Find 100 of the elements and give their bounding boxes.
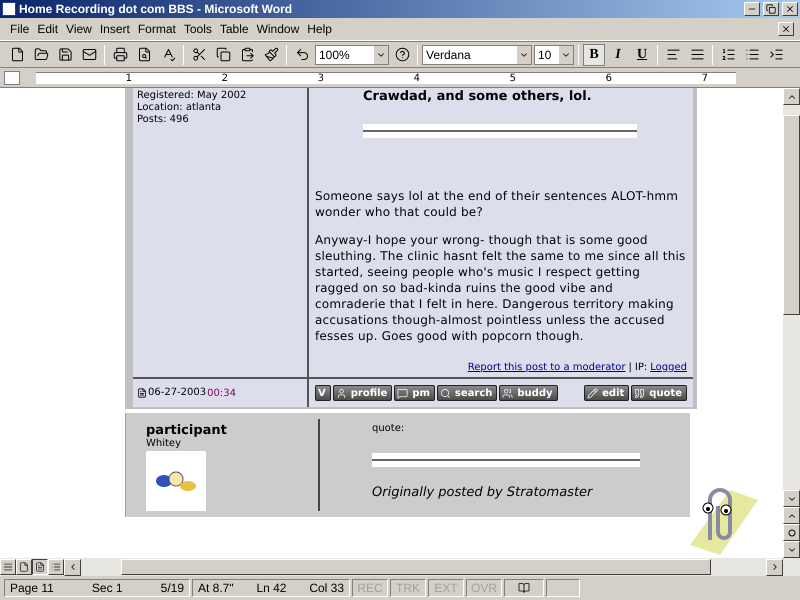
quote-button[interactable]: quote (631, 385, 687, 401)
normal-view-button[interactable] (0, 559, 16, 575)
web-view-button[interactable] (16, 559, 32, 575)
restore-icon (766, 4, 776, 14)
numbered-list-icon (720, 47, 736, 62)
status-text: Ln 42 (256, 581, 286, 595)
ruler-number: 3 (316, 72, 324, 84)
ruler-number: 6 (604, 72, 612, 84)
indent-icon (768, 47, 784, 62)
post-paragraph: Someone says lol at the end of their sentences ALOT-hmm wonder who that could be? (315, 188, 680, 220)
status-text: Col 33 (309, 581, 344, 595)
pm-button[interactable]: pm (394, 385, 435, 401)
next-page-button[interactable] (783, 541, 800, 558)
copy-icon (216, 47, 230, 62)
user-rank: Whitey (146, 438, 182, 449)
separator-text: | (628, 362, 632, 374)
align-left-icon (666, 47, 680, 62)
align-justify-icon (690, 47, 704, 62)
envelope-icon (82, 47, 96, 62)
scroll-down-button[interactable] (783, 490, 800, 507)
page-icon (35, 562, 45, 572)
buddy-button[interactable]: buddy (499, 385, 558, 401)
bold-button[interactable]: B (583, 44, 605, 66)
scroll-right-button[interactable] (766, 558, 783, 576)
ruler-number: 1 (124, 72, 132, 84)
outline-view-button[interactable] (48, 559, 64, 575)
tab-selector[interactable] (4, 70, 20, 84)
status-text: At 8.7" (198, 581, 234, 595)
folder-icon (34, 47, 48, 62)
profile-detail: Posts: 496 (137, 114, 190, 126)
outline-icon (51, 562, 61, 572)
menu-item[interactable]: Table (216, 22, 253, 36)
profile-detail: Registered: May 2002 (137, 90, 248, 102)
ruler-number: 2 (220, 72, 228, 84)
close-document-button[interactable] (778, 22, 794, 36)
quote-label: quote: (372, 423, 406, 435)
page-magnifier-icon (136, 47, 152, 62)
undo-icon (294, 47, 310, 62)
status-text: 5/19 (160, 581, 184, 595)
post-time: 00:34 (207, 388, 236, 398)
quoted-text: Crawdad, and some others, lol. (363, 88, 593, 106)
cartoon-figure-icon (154, 469, 198, 493)
profile-button[interactable]: profile (332, 385, 392, 401)
menu-item[interactable]: Help (303, 22, 336, 36)
ruler-number: 7 (700, 72, 708, 84)
quote-icon (634, 388, 646, 398)
print-view-button[interactable] (32, 559, 48, 575)
font-dropdown[interactable]: Verdana (422, 44, 532, 64)
select-browse-object-button[interactable] (783, 524, 800, 541)
quote-attribution: Originally posted by Stratomaster (372, 485, 594, 500)
font-size-dropdown[interactable]: 10 (534, 44, 574, 64)
post-date: 06-27-2003 (148, 387, 206, 399)
v-button[interactable]: V (315, 385, 331, 401)
restore-button[interactable] (763, 2, 779, 16)
page-icon (19, 562, 29, 572)
people-icon (502, 388, 514, 398)
menu-item[interactable]: Window (252, 22, 304, 36)
message-icon (397, 388, 408, 398)
previous-page-button[interactable] (783, 507, 800, 524)
username: participant (146, 423, 228, 438)
menu-item[interactable]: Tools (180, 22, 216, 36)
paintbrush-icon (264, 47, 278, 62)
italic-button[interactable]: I (607, 44, 629, 66)
menu-item[interactable]: Insert (96, 22, 134, 36)
scroll-up-button[interactable] (783, 88, 800, 105)
zoom-dropdown[interactable]: 100% (315, 44, 389, 64)
person-icon (336, 388, 347, 398)
page-icon (10, 47, 24, 62)
menu-item[interactable]: File (6, 22, 34, 36)
menu-item[interactable]: Edit (33, 22, 62, 36)
help-icon (394, 47, 410, 62)
ruler-number: 4 (412, 72, 420, 84)
page-icon (137, 388, 147, 398)
ruler-number: 5 (508, 72, 516, 84)
word-document-icon (2, 2, 16, 16)
lines-icon (3, 562, 13, 572)
menu-item[interactable]: Format (134, 22, 180, 36)
scroll-thumb[interactable] (783, 115, 800, 315)
window-title: Home Recording dot com BBS - Microsoft Word (19, 2, 294, 16)
minimize-button[interactable] (744, 2, 760, 16)
close-icon (781, 24, 791, 34)
underline-button[interactable]: U (631, 44, 653, 66)
ip-label: IP: (634, 362, 648, 374)
report-link[interactable]: Report this post to a moderator (468, 362, 626, 374)
edit-button[interactable]: edit (584, 385, 630, 401)
post-paragraph: Anyway-I hope your wrong- though that is some good sleuthing. The clinic hasnt felt the same to me since all this started, seeing people who's music I respect getting ragged on so bad-kinda ruins the good vibe and comraderie that I felt in here. Dangerous territory making accusations though-almost pointless unless the accused fesses up. Goes good with popcorn though. (315, 232, 686, 344)
book-icon (518, 582, 530, 594)
search-icon (440, 388, 451, 398)
ip-link[interactable]: Logged (650, 362, 687, 374)
status-field (546, 579, 580, 597)
search-button[interactable]: search (436, 385, 498, 401)
printer-icon (112, 47, 128, 62)
scroll-thumb[interactable] (121, 559, 711, 575)
profile-detail: Location: atlanta (137, 102, 222, 114)
close-button[interactable] (782, 2, 798, 16)
bulleted-list-icon (744, 47, 760, 62)
status-text: Sec 1 (92, 581, 123, 595)
pencil-icon (587, 388, 598, 398)
scroll-left-button[interactable] (64, 558, 81, 576)
menu-item[interactable]: View (62, 22, 96, 36)
